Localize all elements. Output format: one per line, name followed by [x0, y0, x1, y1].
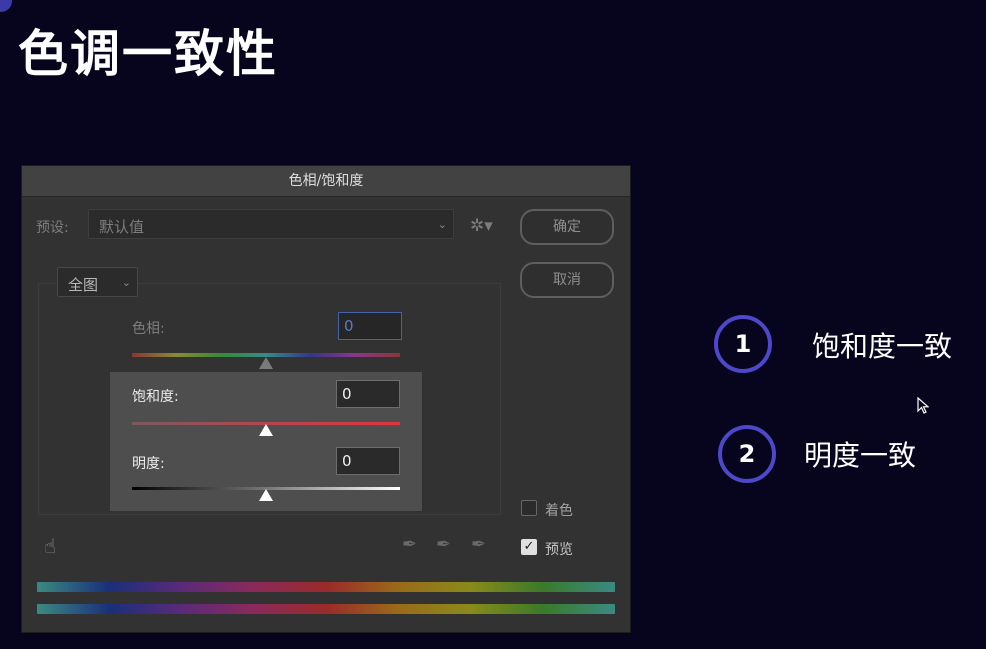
lightness-label: 明度:	[132, 456, 165, 472]
chevron-down-icon: ⌄	[437, 218, 447, 231]
input-color-bar	[37, 582, 615, 592]
check-icon: ✓	[523, 539, 535, 554]
chevron-down-icon: ⌄	[121, 276, 131, 289]
output-color-bar	[37, 604, 615, 614]
gear-icon[interactable]: ✲▾	[470, 216, 493, 236]
preview-label: 预览	[545, 542, 573, 558]
hue-label: 色相:	[132, 321, 165, 337]
page-title: 色调一致性	[18, 25, 278, 83]
lightness-input[interactable]: 0	[336, 447, 400, 475]
preset-value: 默认值	[99, 218, 145, 236]
saturation-input[interactable]: 0	[336, 380, 400, 408]
preset-label: 预设:	[36, 220, 69, 236]
corner-decoration	[0, 0, 12, 12]
preset-select[interactable]: 默认值 ⌄	[88, 209, 454, 239]
cancel-button[interactable]: 取消	[520, 262, 614, 298]
range-select[interactable]: 全图 ⌄	[57, 267, 138, 297]
hand-target-icon[interactable]: ☝	[44, 534, 56, 558]
highlight-panel: 饱和度: 0 明度: 0	[110, 372, 422, 511]
eyedropper-plus-icon[interactable]: ✒	[436, 534, 451, 555]
hue-saturation-dialog: 色相/饱和度 预设: 默认值 ⌄ ✲▾ 确定 取消 全图 ⌄ 色相: 0 饱和度…	[21, 165, 631, 633]
colorize-label: 着色	[545, 503, 573, 519]
preview-checkbox[interactable]: ✓	[521, 539, 537, 555]
colorize-checkbox[interactable]	[521, 500, 537, 516]
hue-input[interactable]: 0	[338, 312, 402, 340]
range-value: 全图	[68, 276, 99, 294]
annotation-lightness: 明度一致	[804, 439, 917, 472]
hue-slider-thumb[interactable]	[259, 357, 273, 369]
lightness-slider-thumb[interactable]	[259, 489, 273, 501]
eyedropper-minus-icon[interactable]: ✒	[471, 534, 486, 555]
ok-button[interactable]: 确定	[520, 209, 614, 245]
number-badge-2: 2	[718, 425, 776, 483]
eyedropper-icon[interactable]: ✒	[402, 534, 417, 555]
saturation-label: 饱和度:	[132, 389, 179, 405]
dialog-title: 色相/饱和度	[22, 166, 630, 197]
saturation-slider-thumb[interactable]	[259, 424, 273, 436]
mouse-cursor-icon	[917, 397, 929, 414]
number-badge-1: 1	[714, 315, 772, 373]
annotation-saturation: 饱和度一致	[812, 330, 953, 363]
